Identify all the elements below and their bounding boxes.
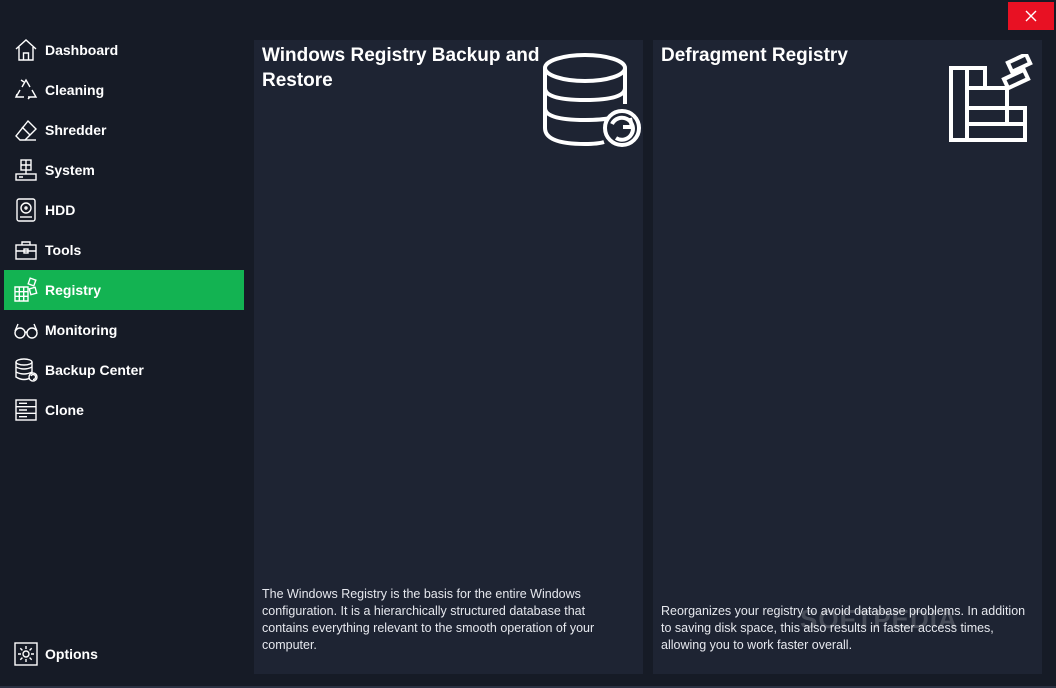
sidebar-item-label: Backup Center <box>45 362 144 378</box>
close-icon <box>1025 10 1037 22</box>
sidebar-item-clone[interactable]: Clone <box>4 390 244 430</box>
sidebar-item-tools[interactable]: Tools <box>4 230 244 270</box>
clone-drive-icon <box>13 397 39 423</box>
sidebar-item-cleaning[interactable]: Cleaning <box>4 70 244 110</box>
card-title: Windows Registry Backup and Restore <box>262 45 540 91</box>
sidebar-item-label: System <box>45 162 95 178</box>
registry-backup-restore-card[interactable]: Windows Registry Backup and Restore The … <box>254 40 643 674</box>
registry-defragment-icon <box>949 54 1033 142</box>
recycle-icon <box>13 77 39 103</box>
sidebar-item-backup-center[interactable]: Backup Center <box>4 350 244 390</box>
card-title: Defragment Registry <box>661 45 848 66</box>
sidebar-item-options[interactable]: Options <box>4 634 244 674</box>
defragment-registry-card[interactable]: Defragment Registry Reorganizes your reg… <box>653 40 1042 674</box>
card-description: The Windows Registry is the basis for th… <box>262 587 595 652</box>
database-restore-icon <box>543 53 641 147</box>
toolbox-icon <box>13 237 39 263</box>
sidebar-item-label: HDD <box>45 202 76 218</box>
computer-icon <box>13 157 39 183</box>
sidebar: Dashboard Cleaning Shredder System HDD T… <box>4 30 244 688</box>
gear-icon <box>13 641 39 667</box>
sidebar-item-shredder[interactable]: Shredder <box>4 110 244 150</box>
sidebar-item-label: Options <box>45 646 98 662</box>
database-backup-icon <box>13 357 39 383</box>
registry-blocks-icon <box>13 277 39 303</box>
sidebar-item-dashboard[interactable]: Dashboard <box>4 30 244 70</box>
glasses-icon <box>13 317 39 343</box>
eraser-icon <box>13 117 39 143</box>
sidebar-item-label: Clone <box>45 402 84 418</box>
close-button[interactable] <box>1008 2 1054 30</box>
sidebar-item-hdd[interactable]: HDD <box>4 190 244 230</box>
sidebar-item-monitoring[interactable]: Monitoring <box>4 310 244 350</box>
watermark: SOFTPEDIA <box>800 604 958 634</box>
sidebar-item-label: Cleaning <box>45 82 105 98</box>
sidebar-item-registry[interactable]: Registry <box>4 270 244 310</box>
sidebar-item-system[interactable]: System <box>4 150 244 190</box>
sidebar-item-label: Tools <box>45 242 82 258</box>
sidebar-item-label: Shredder <box>45 122 107 138</box>
hard-disk-icon <box>13 197 39 223</box>
app-window: Dashboard Cleaning Shredder System HDD T… <box>0 0 1056 688</box>
sidebar-item-label: Dashboard <box>45 42 119 58</box>
sidebar-item-label: Registry <box>45 282 102 298</box>
home-icon <box>13 37 39 63</box>
sidebar-item-label: Monitoring <box>45 322 118 338</box>
